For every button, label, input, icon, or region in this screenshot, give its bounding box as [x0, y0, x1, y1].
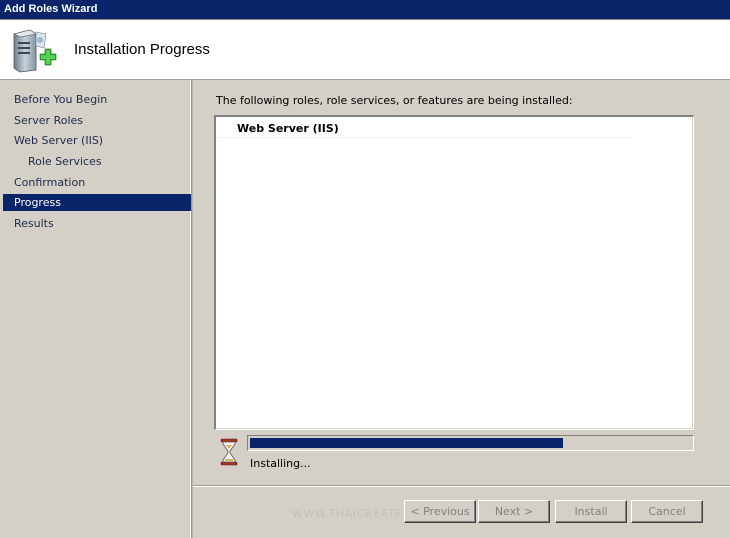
hourglass-icon [220, 438, 238, 466]
wizard-steps-sidebar: Before You Begin Server Roles Web Server… [3, 80, 191, 538]
status-text: Installing... [250, 457, 311, 470]
sidebar-item-server-roles[interactable]: Server Roles [3, 112, 191, 129]
sidebar-item-before-you-begin[interactable]: Before You Begin [3, 91, 191, 108]
progress-fill [250, 438, 563, 448]
footer-divider [193, 485, 730, 487]
install-button[interactable]: Install [555, 500, 627, 523]
title-bar[interactable]: Add Roles Wizard [0, 0, 730, 20]
server-add-icon [13, 29, 57, 73]
intro-text: The following roles, role services, or f… [216, 94, 573, 107]
install-items-list[interactable]: Web Server (IIS) [214, 115, 694, 430]
previous-button[interactable]: < Previous [404, 500, 476, 523]
sidebar-item-results[interactable]: Results [3, 215, 191, 232]
page-title: Installation Progress [74, 41, 210, 58]
watermark-text: WWW.THAICREATE.C [292, 507, 415, 520]
window-title: Add Roles Wizard [4, 3, 98, 15]
sidebar-item-confirmation[interactable]: Confirmation [3, 174, 191, 191]
sidebar-item-role-services[interactable]: Role Services [3, 153, 191, 170]
install-progress-bar [247, 435, 694, 451]
list-item: Web Server (IIS) [218, 120, 632, 138]
cancel-button[interactable]: Cancel [631, 500, 703, 523]
next-button[interactable]: Next > [478, 500, 550, 523]
list-item-label: Web Server (IIS) [237, 122, 339, 135]
sidebar-item-progress[interactable]: Progress [3, 194, 191, 211]
sidebar-item-web-server[interactable]: Web Server (IIS) [3, 132, 191, 149]
wizard-header: Installation Progress [0, 20, 730, 80]
